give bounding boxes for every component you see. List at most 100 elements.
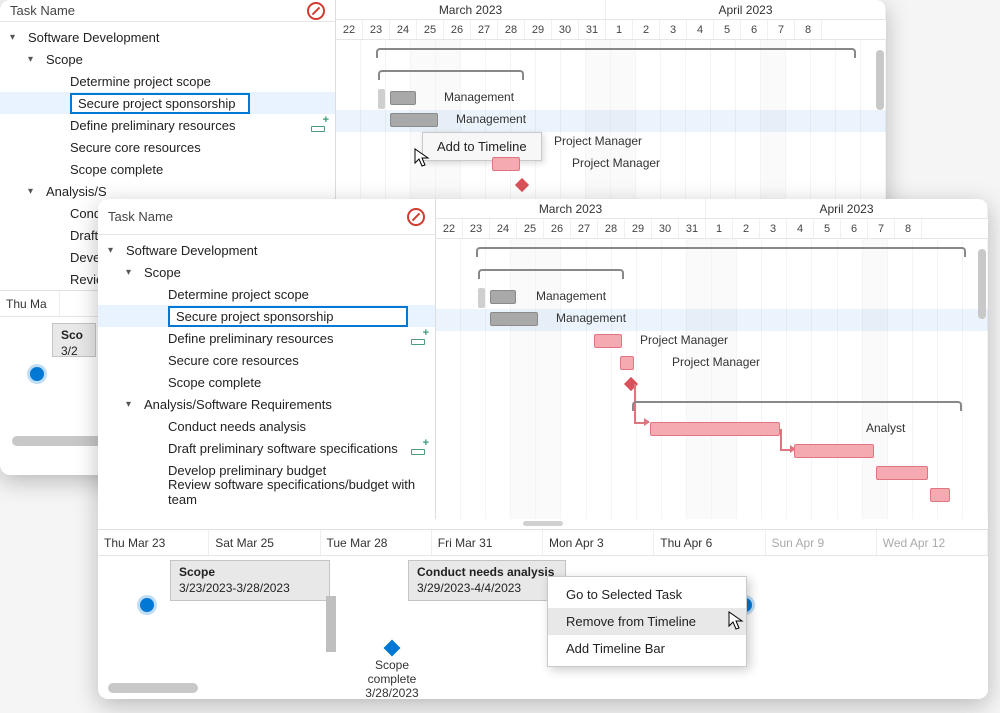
add-to-timeline-icon[interactable] xyxy=(411,441,427,455)
chevron-down-icon[interactable]: ▾ xyxy=(28,186,40,197)
timeline-date: Sun Apr 9 xyxy=(766,530,877,555)
scrollbar-vertical[interactable] xyxy=(978,249,986,319)
timeline-task-dates: 3/2 xyxy=(61,344,87,360)
chevron-down-icon[interactable]: ▾ xyxy=(126,399,138,410)
day-cell: 26 xyxy=(544,219,571,238)
gantt-chart[interactable]: March 2023 April 2023 222324252627282930… xyxy=(436,199,988,519)
tree-row[interactable]: Determine project scope xyxy=(0,70,335,92)
timeline-task[interactable]: Conduct needs analysis 3/29/2023-4/4/202… xyxy=(408,560,566,601)
menu-item-goto[interactable]: Go to Selected Task xyxy=(548,581,746,608)
chevron-down-icon[interactable]: ▾ xyxy=(28,54,40,65)
tree-label: Cond xyxy=(70,206,101,221)
menu-item-remove[interactable]: Remove from Timeline xyxy=(548,608,746,635)
tree-row-selected[interactable]: Secure project sponsorship xyxy=(98,305,435,327)
timeline-task[interactable]: Sco 3/2 xyxy=(52,323,96,357)
timeline-milestone[interactable]: Scope complete 3/28/2023 xyxy=(352,642,432,699)
month-label: April 2023 xyxy=(606,0,886,19)
scrollbar-vertical[interactable] xyxy=(876,50,884,110)
tree-row[interactable]: Define preliminary resources xyxy=(0,114,335,136)
column-header-task-name[interactable]: Task Name xyxy=(108,209,173,224)
timeline-task[interactable]: Scope 3/23/2023-3/28/2023 xyxy=(170,560,330,601)
tree-label: Analysis/Software Requirements xyxy=(144,397,332,412)
day-cell: 27 xyxy=(571,219,598,238)
day-cell: 8 xyxy=(795,20,822,39)
tree-label: Secure core resources xyxy=(70,140,201,155)
chevron-down-icon[interactable]: ▾ xyxy=(10,32,22,43)
gantt-bar[interactable] xyxy=(390,113,438,127)
gantt-bar[interactable] xyxy=(490,312,538,326)
timeline-endpoint[interactable] xyxy=(140,598,154,612)
tree-row[interactable]: Define preliminary resources xyxy=(98,327,435,349)
day-cell: 28 xyxy=(598,219,625,238)
chevron-down-icon[interactable]: ▾ xyxy=(108,245,120,256)
column-header-task-name[interactable]: Task Name xyxy=(10,3,75,18)
tree-row[interactable]: Secure core resources xyxy=(98,349,435,371)
tree-label: Develop preliminary budget xyxy=(168,463,326,478)
gantt-bar[interactable] xyxy=(876,466,928,480)
gantt-bar[interactable] xyxy=(650,422,780,436)
timeline-date: Tue Mar 28 xyxy=(321,530,432,555)
day-cell: 1 xyxy=(706,219,733,238)
dependency-link xyxy=(780,429,782,451)
tree-row-analysis[interactable]: ▾ Analysis/Software Requirements xyxy=(98,393,435,415)
tree-row-scope[interactable]: ▾Scope xyxy=(0,48,335,70)
tree-row-selected[interactable]: Secure project sponsorship xyxy=(0,92,335,114)
add-to-timeline-icon[interactable] xyxy=(411,331,427,345)
timeline-date: Fri Mar 31 xyxy=(432,530,543,555)
tree-label: Draft xyxy=(70,228,98,243)
tree-row[interactable]: Scope complete xyxy=(0,158,335,180)
tree-label: Scope complete xyxy=(70,162,163,177)
timeline-date: Thu Ma xyxy=(0,291,60,316)
splitter[interactable] xyxy=(98,519,988,529)
scrollbar-horizontal[interactable] xyxy=(12,436,102,446)
task-name-input[interactable]: Secure project sponsorship xyxy=(70,93,250,114)
task-tree[interactable]: ▾Software Development ▾ Scope Determine p… xyxy=(98,235,435,519)
tree-row[interactable]: Draft preliminary software specification… xyxy=(98,437,435,459)
month-label: March 2023 xyxy=(336,0,606,19)
gantt-bar[interactable] xyxy=(390,91,416,105)
summary-bar xyxy=(376,48,856,58)
timeline-panel[interactable]: Thu Mar 23Sat Mar 25Tue Mar 28Fri Mar 31… xyxy=(98,529,988,697)
tree-row[interactable]: Scope complete xyxy=(98,371,435,393)
gantt-bar[interactable] xyxy=(930,488,950,502)
add-to-timeline-icon[interactable] xyxy=(311,118,327,132)
gantt-window-front: Task Name ▾Software Development ▾ Scope D… xyxy=(98,199,988,699)
gantt-bar[interactable] xyxy=(478,288,485,308)
tree-row[interactable]: Determine project scope xyxy=(98,283,435,305)
tree-row[interactable]: Review software specifications/budget wi… xyxy=(98,481,435,503)
gantt-body[interactable]: Management Management Project Manager Pr… xyxy=(436,239,988,519)
resource-label: Project Manager xyxy=(672,355,760,369)
timeline-task-title: Sco xyxy=(61,328,87,344)
chevron-down-icon[interactable]: ▾ xyxy=(126,267,138,278)
tree-row-root[interactable]: ▾Software Development xyxy=(98,239,435,261)
scrollbar-horizontal[interactable] xyxy=(108,683,198,693)
task-name-input[interactable]: Secure project sponsorship xyxy=(168,306,408,327)
context-menu[interactable]: Go to Selected Task Remove from Timeline… xyxy=(547,576,747,667)
menu-item-addbar[interactable]: Add Timeline Bar xyxy=(548,635,746,662)
tree-row-root[interactable]: ▾Software Development xyxy=(0,26,335,48)
milestone-label: Scope complete xyxy=(352,658,432,686)
timeline-body[interactable]: Scope 3/23/2023-3/28/2023 Conduct needs … xyxy=(98,556,988,697)
gantt-bar[interactable] xyxy=(492,157,520,171)
day-cell: 31 xyxy=(579,20,606,39)
tree-row[interactable]: Conduct needs analysis xyxy=(98,415,435,437)
tooltip-add-timeline[interactable]: Add to Timeline xyxy=(422,132,542,161)
grip-icon[interactable] xyxy=(523,521,563,526)
gantt-bar[interactable] xyxy=(794,444,874,458)
day-cell: 6 xyxy=(741,20,768,39)
gantt-bar[interactable] xyxy=(490,290,516,304)
day-header: 2223242526272829303112345678 xyxy=(336,20,886,40)
summary-bar xyxy=(632,401,962,411)
tree-label: Scope xyxy=(144,265,181,280)
tree-row-scope[interactable]: ▾ Scope xyxy=(98,261,435,283)
month-header: March 2023 April 2023 xyxy=(336,0,886,20)
timeline-endpoint[interactable] xyxy=(30,367,44,381)
tree-row[interactable]: Secure core resources xyxy=(0,136,335,158)
forbidden-icon xyxy=(407,208,425,226)
day-cell: 30 xyxy=(652,219,679,238)
gantt-bar[interactable] xyxy=(620,356,634,370)
resource-label: Management xyxy=(536,289,606,303)
summary-bar xyxy=(378,70,524,80)
gantt-bar[interactable] xyxy=(594,334,622,348)
gantt-bar[interactable] xyxy=(378,89,385,109)
